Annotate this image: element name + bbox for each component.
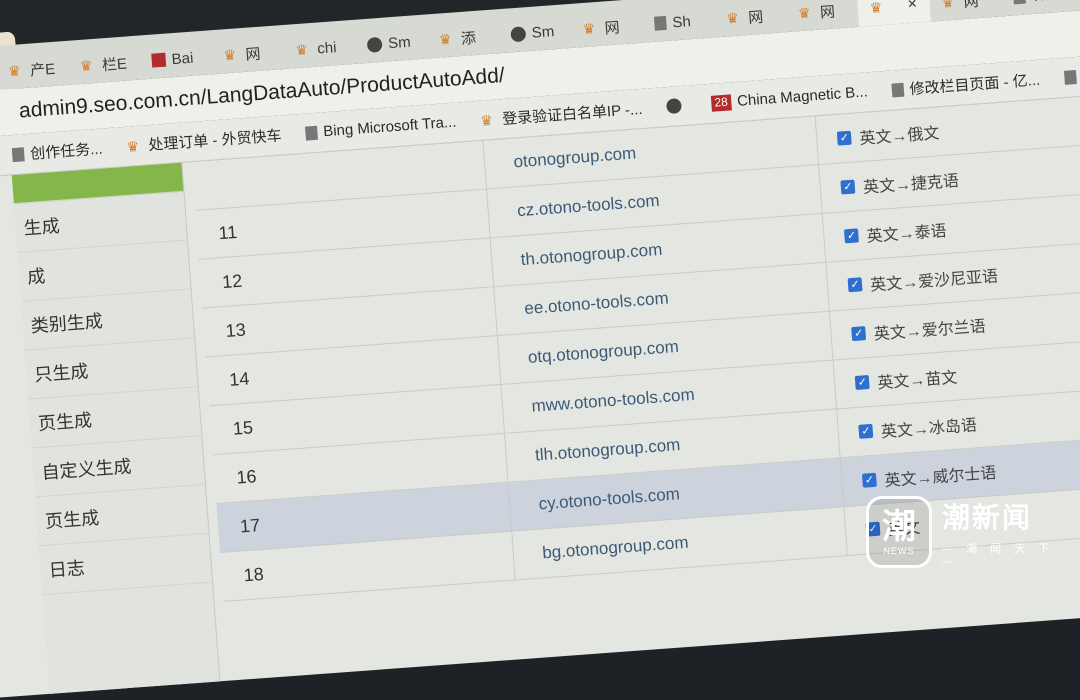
crown-icon: ♛ — [581, 20, 596, 38]
tab-label: Sm — [387, 33, 412, 52]
browser-tab[interactable]: Sm — [354, 23, 428, 64]
bookmark-label: China Magnetic B... — [736, 83, 869, 110]
tab-label: Sm — [531, 22, 555, 42]
language-pair-label: 英文→俄文 — [858, 125, 940, 149]
language-pair-label: 英文→泰语 — [866, 222, 948, 246]
bookmark-label: Bing Microsoft Tra... — [322, 113, 457, 141]
doc-icon — [1012, 0, 1026, 5]
crown-icon: ♛ — [7, 62, 22, 80]
bookmark-label: 处理订单 - 外贸快车 — [147, 127, 283, 155]
watermark-logo: 潮 NEWS 潮新闻 — 潮 闻 天 下 — — [866, 492, 1066, 572]
badge-28-icon: 28 — [710, 93, 732, 112]
tab-label: 网 — [747, 8, 764, 27]
doc-icon — [11, 146, 25, 162]
browser-tab[interactable]: Sh — [641, 1, 715, 42]
sidebar: 生成成类别生成 只生成 页生成 自定义生成 页生成 日志 — [11, 162, 221, 694]
globe-icon — [366, 36, 383, 53]
bookmark-item[interactable]: m197---China — [1063, 61, 1080, 86]
browser-tab[interactable]: ♛ 网 — [713, 0, 787, 37]
logo-sub: NEWS — [883, 546, 915, 556]
checkbox-checked-icon[interactable]: ✓ — [851, 326, 867, 342]
browser-tab[interactable]: ♛ 网 — [569, 7, 643, 48]
baidu-icon — [151, 52, 167, 68]
globe-icon — [510, 25, 527, 42]
crown-icon: ♛ — [725, 9, 740, 27]
language-pair-label: 英文→爱沙尼亚语 — [869, 268, 999, 295]
browser-tab[interactable]: ♛ 产E — [0, 49, 69, 90]
page-content: 生成成类别生成 只生成 页生成 自定义生成 页生成 日志 otonogroup.com ✓ 英… — [0, 90, 1080, 699]
crown-icon: ♛ — [479, 111, 494, 129]
bookmark-item[interactable]: ♛ 登录验证白名单IP -... — [479, 98, 643, 131]
bookmark-item[interactable]: 创作任务... — [11, 138, 103, 166]
doc-icon — [653, 15, 667, 31]
crown-icon: ♛ — [79, 57, 94, 74]
tab-label: 产E — [29, 60, 56, 80]
checkbox-checked-icon[interactable]: ✓ — [836, 130, 852, 146]
checkbox-checked-icon[interactable]: ✓ — [862, 472, 878, 488]
browser-tab[interactable]: Bai — [138, 38, 212, 79]
crown-icon: ♛ — [222, 46, 237, 64]
tab-label: 网 — [963, 0, 980, 11]
tab-label: 网 — [603, 18, 621, 37]
browser-tab[interactable]: ♛ 网 — [210, 33, 284, 74]
tab-label: 网 — [819, 3, 836, 22]
language-pair-label: 英文→苗文 — [876, 369, 958, 393]
tab-label: Bai — [171, 49, 194, 68]
language-pair-label: 英文→捷克语 — [862, 172, 960, 197]
checkbox-checked-icon[interactable]: ✓ — [847, 277, 863, 293]
crown-icon: ♛ — [125, 137, 140, 155]
logo-slogan: — 潮 闻 天 下 — — [942, 543, 1055, 568]
bookmark-label: 创作任务... — [29, 140, 104, 163]
browser-tab[interactable]: ♛ chi — [282, 28, 356, 69]
tab-label: 网 — [244, 45, 262, 64]
logo-name: 潮新闻 — [942, 502, 1033, 533]
crown-icon: ♛ — [438, 30, 453, 48]
checkbox-checked-icon[interactable]: ✓ — [854, 375, 870, 390]
shield-icon — [891, 82, 905, 98]
tab-label: Sh — [671, 12, 692, 31]
bookmark-item[interactable]: 修改栏目页面 - 亿... — [891, 69, 1041, 101]
bookmark-item[interactable]: Bing Microsoft Tra... — [304, 113, 457, 142]
language-pair-label: 英文→冰岛语 — [880, 417, 978, 442]
crown-icon: ♛ — [294, 41, 309, 59]
tab-label: Th — [1031, 0, 1050, 5]
language-pair-label: 英文→威尔士语 — [884, 464, 998, 491]
bookmark-item[interactable]: ♛ 处理订单 - 外贸快车 — [126, 124, 282, 156]
browser-tab[interactable]: Sm — [497, 12, 571, 53]
checkbox-checked-icon[interactable]: ✓ — [858, 423, 874, 439]
doc-icon — [1063, 69, 1077, 85]
crown-icon: ♛ — [797, 4, 812, 22]
checkbox-checked-icon[interactable]: ✓ — [840, 179, 856, 195]
checkbox-checked-icon[interactable]: ✓ — [844, 228, 860, 244]
tab-label: 添 — [460, 29, 477, 48]
tab-label: 栏E — [101, 55, 128, 74]
crown-icon: ♛ — [869, 0, 883, 16]
bing-icon — [304, 125, 318, 141]
language-pair-label: 英文→爱尔兰语 — [873, 318, 987, 344]
bookmark-label: 修改栏目页面 - 亿... — [909, 71, 1041, 99]
browser-tab[interactable]: ♛ 栏E — [67, 44, 141, 85]
browser-tab[interactable]: ♛ 添 — [426, 17, 500, 58]
logo-badge-icon: 潮 NEWS — [866, 496, 933, 568]
bookmark-item[interactable]: 28 China Magnetic B... — [710, 83, 869, 112]
crown-icon: ♛ — [941, 0, 955, 11]
globe-icon — [665, 98, 682, 115]
close-tab-icon[interactable]: × — [907, 0, 918, 14]
bookmark-item[interactable] — [665, 98, 688, 115]
monitor-screen: 196 ♛产E♛栏EBai♛网♛chiSm♛添Sm♛网Sh♛网♛网♛×♛网Th … — [0, 0, 1080, 699]
logo-glyph: 潮 — [882, 508, 917, 546]
bookmark-label: 登录验证白名单IP -... — [501, 100, 644, 129]
tab-label: chi — [316, 38, 338, 58]
